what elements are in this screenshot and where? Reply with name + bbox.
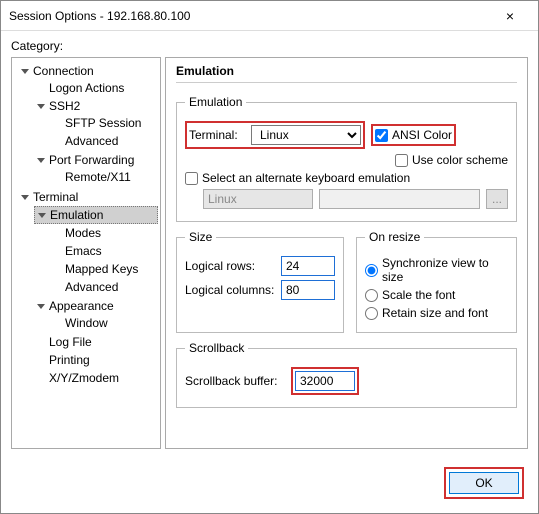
color-scheme-label: Use color scheme bbox=[412, 153, 508, 167]
rows-input[interactable] bbox=[281, 256, 335, 276]
tree-appearance[interactable]: Appearance bbox=[49, 299, 114, 313]
cols-label: Logical columns: bbox=[185, 283, 275, 297]
resize-retain-radio[interactable] bbox=[365, 307, 378, 320]
resize-scale-label: Scale the font bbox=[382, 288, 455, 302]
resize-sync-radio[interactable] bbox=[365, 264, 378, 277]
tree-logon[interactable]: Logon Actions bbox=[49, 81, 124, 95]
tree-printing[interactable]: Printing bbox=[49, 353, 90, 367]
tree-ssh2-adv[interactable]: Advanced bbox=[65, 134, 118, 148]
window-title: Session Options - 192.168.80.100 bbox=[9, 9, 490, 23]
resize-legend: On resize bbox=[365, 230, 424, 244]
tree-emacs[interactable]: Emacs bbox=[65, 244, 102, 258]
titlebar: Session Options - 192.168.80.100 × bbox=[1, 1, 538, 31]
chevron-down-icon[interactable] bbox=[36, 155, 46, 165]
scrollback-legend: Scrollback bbox=[185, 341, 248, 355]
alt-keyboard-select: Linux bbox=[203, 189, 313, 209]
alt-keyboard-path bbox=[319, 189, 480, 209]
resize-retain-label: Retain size and font bbox=[382, 306, 488, 320]
tree-sftp[interactable]: SFTP Session bbox=[65, 116, 141, 130]
close-icon[interactable]: × bbox=[490, 8, 530, 24]
chevron-down-icon[interactable] bbox=[20, 66, 30, 76]
tree-terminal[interactable]: Terminal bbox=[33, 190, 78, 204]
resize-sync-label: Synchronize view to size bbox=[382, 256, 508, 284]
chevron-down-icon[interactable] bbox=[37, 210, 47, 220]
tree-remote[interactable]: Remote/X11 bbox=[65, 170, 131, 184]
tree-mapped[interactable]: Mapped Keys bbox=[65, 262, 138, 276]
tree-emulation[interactable]: Emulation bbox=[50, 208, 103, 222]
emulation-legend: Emulation bbox=[185, 95, 246, 109]
dialog-footer: OK bbox=[1, 457, 538, 513]
chevron-down-icon[interactable] bbox=[36, 301, 46, 311]
emulation-group: Emulation Terminal: Linux ANSI Color Use… bbox=[176, 95, 517, 222]
alt-keyboard-checkbox[interactable] bbox=[185, 172, 198, 185]
cols-input[interactable] bbox=[281, 280, 335, 300]
scrollback-group: Scrollback Scrollback buffer: bbox=[176, 341, 517, 408]
settings-panel: Emulation Emulation Terminal: Linux ANSI… bbox=[165, 57, 528, 449]
tree-term-adv[interactable]: Advanced bbox=[65, 280, 118, 294]
ansi-color-label: ANSI Color bbox=[392, 128, 452, 142]
terminal-select[interactable]: Linux bbox=[251, 125, 361, 145]
color-scheme-checkbox[interactable] bbox=[395, 154, 408, 167]
ok-button[interactable]: OK bbox=[449, 472, 519, 494]
size-group: Size Logical rows: Logical columns: bbox=[176, 230, 344, 333]
terminal-label: Terminal: bbox=[189, 128, 245, 142]
category-tree[interactable]: Connection Logon Actions SSH2 SFTP Sessi… bbox=[11, 57, 161, 449]
resize-scale-radio[interactable] bbox=[365, 289, 378, 302]
size-legend: Size bbox=[185, 230, 216, 244]
tree-modes[interactable]: Modes bbox=[65, 226, 101, 240]
rows-label: Logical rows: bbox=[185, 259, 275, 273]
category-label: Category: bbox=[11, 39, 528, 53]
tree-logfile[interactable]: Log File bbox=[49, 335, 92, 349]
tree-xyz[interactable]: X/Y/Zmodem bbox=[49, 371, 119, 385]
panel-heading: Emulation bbox=[176, 64, 517, 83]
chevron-down-icon[interactable] bbox=[36, 101, 46, 111]
resize-group: On resize Synchronize view to size Scale… bbox=[356, 230, 517, 333]
tree-window[interactable]: Window bbox=[65, 316, 108, 330]
tree-ssh2[interactable]: SSH2 bbox=[49, 99, 80, 113]
browse-button: ... bbox=[486, 189, 508, 209]
ansi-color-checkbox[interactable] bbox=[375, 129, 388, 142]
alt-keyboard-label: Select an alternate keyboard emulation bbox=[202, 171, 410, 185]
chevron-down-icon[interactable] bbox=[20, 192, 30, 202]
tree-connection[interactable]: Connection bbox=[33, 64, 94, 78]
scrollback-input[interactable] bbox=[295, 371, 355, 391]
scrollback-label: Scrollback buffer: bbox=[185, 374, 285, 388]
tree-portfwd[interactable]: Port Forwarding bbox=[49, 153, 134, 167]
